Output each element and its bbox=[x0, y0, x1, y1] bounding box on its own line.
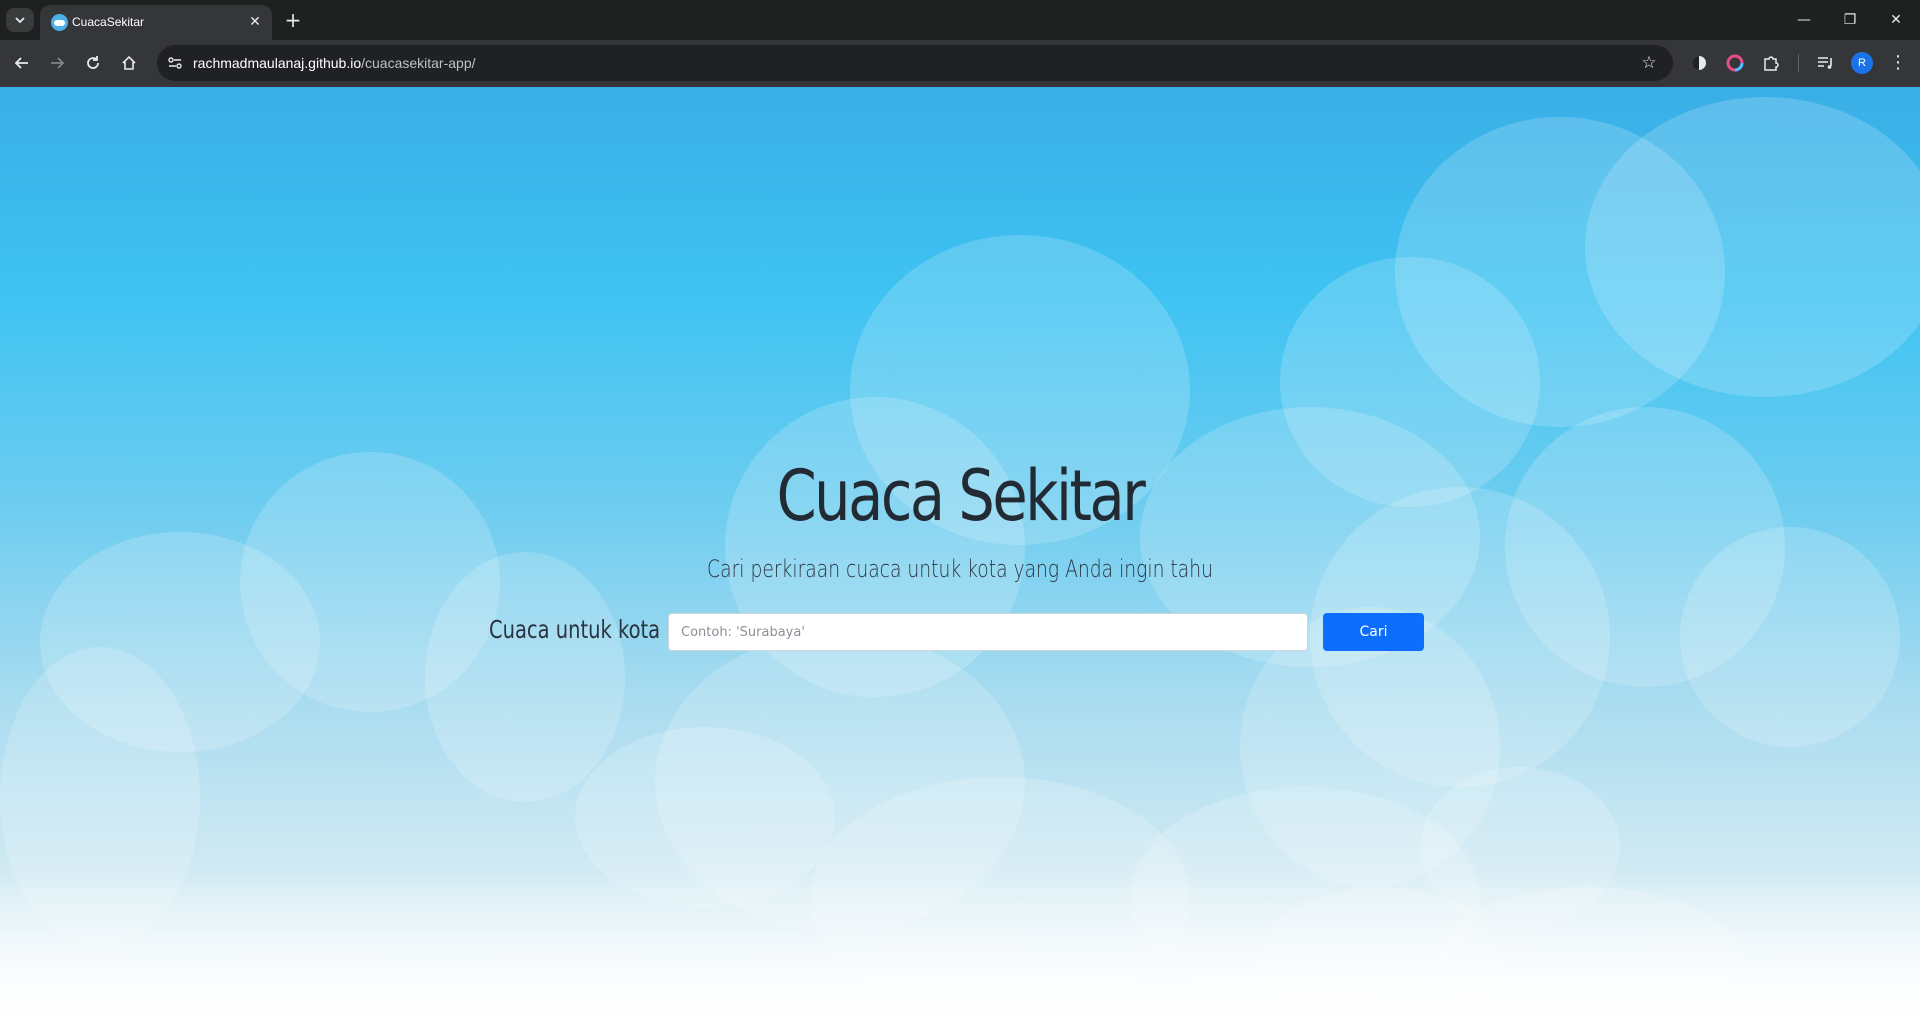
browser-tab[interactable]: CuacaSekitar ✕ bbox=[40, 5, 272, 40]
city-search-label: Cuaca untuk kota bbox=[489, 615, 661, 644]
url-host: rachmadmaulanaj.github.io bbox=[193, 55, 362, 71]
media-controls-icon[interactable] bbox=[1814, 52, 1836, 74]
search-button[interactable]: Cari bbox=[1323, 613, 1424, 651]
extension-color-picker-icon[interactable] bbox=[1724, 52, 1746, 74]
address-bar[interactable]: rachmadmaulanaj.github.io/cuacasekitar-a… bbox=[157, 45, 1673, 81]
cloud-favicon-icon bbox=[51, 14, 68, 31]
page-viewport: Cuaca Sekitar Cari perkiraan cuaca untuk… bbox=[0, 87, 1920, 1032]
toolbar-separator bbox=[1798, 54, 1799, 72]
city-search-form: Cuaca untuk kota Cari bbox=[0, 613, 1920, 653]
extension-contrast-icon[interactable] bbox=[1688, 52, 1710, 74]
new-tab-button[interactable]: + bbox=[281, 8, 305, 32]
tab-title: CuacaSekitar bbox=[72, 15, 145, 29]
page-title: Cuaca Sekitar bbox=[776, 455, 1146, 537]
minimize-button[interactable]: — bbox=[1790, 6, 1818, 34]
bookmark-star-icon[interactable]: ☆ bbox=[1639, 53, 1659, 73]
page-subtitle: Cari perkiraan cuaca untuk kota yang And… bbox=[707, 555, 1213, 583]
close-window-button[interactable]: ✕ bbox=[1882, 6, 1910, 34]
site-info-icon[interactable] bbox=[165, 53, 185, 73]
forward-button[interactable] bbox=[43, 49, 71, 77]
reload-icon bbox=[87, 56, 99, 69]
home-icon bbox=[122, 55, 136, 70]
back-button[interactable] bbox=[8, 49, 36, 77]
tab-close-icon[interactable]: ✕ bbox=[246, 13, 264, 31]
url-path: /cuacasekitar-app/ bbox=[361, 55, 476, 71]
arrow-right-icon bbox=[51, 57, 65, 69]
restore-button[interactable]: ❐ bbox=[1836, 6, 1864, 34]
home-button[interactable] bbox=[115, 49, 143, 77]
browser-toolbar: rachmadmaulanaj.github.io/cuacasekitar-a… bbox=[0, 40, 1920, 87]
arrow-left-icon bbox=[14, 57, 28, 69]
city-search-input[interactable] bbox=[668, 613, 1308, 651]
reload-button[interactable] bbox=[79, 49, 107, 77]
chevron-down-icon bbox=[15, 17, 25, 24]
browser-tabstrip: CuacaSekitar ✕ + — ❐ ✕ bbox=[0, 0, 1920, 40]
profile-avatar[interactable]: R bbox=[1851, 52, 1873, 74]
browser-menu-icon[interactable]: ⋮ bbox=[1888, 52, 1908, 74]
extensions-puzzle-icon[interactable] bbox=[1760, 52, 1782, 74]
tab-search-button[interactable] bbox=[6, 8, 34, 32]
url-text: rachmadmaulanaj.github.io/cuacasekitar-a… bbox=[193, 55, 476, 71]
